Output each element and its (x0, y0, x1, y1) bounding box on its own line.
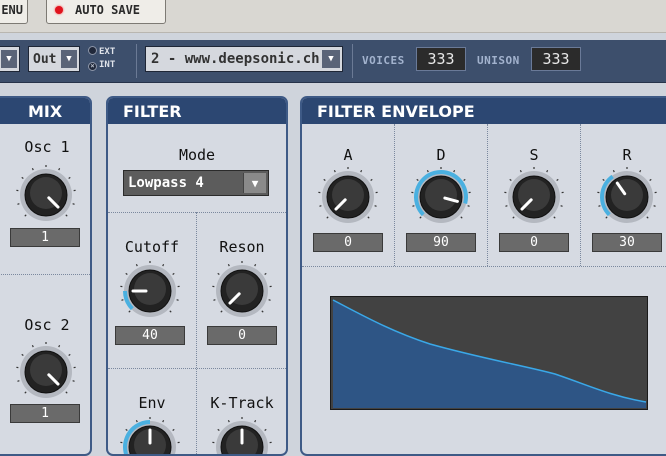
release-label: R (581, 146, 666, 164)
osc2-knob[interactable] (15, 341, 77, 403)
decay-label: D (395, 146, 487, 164)
sustain-section: S (488, 146, 580, 164)
osc1-section: Osc 1 (4, 138, 90, 156)
chevron-down-icon: ▼ (1, 50, 17, 68)
divider (136, 44, 137, 78)
output-select-label: Out (33, 52, 56, 67)
auto-save-label: AUTO SAVE (75, 3, 140, 17)
cutoff-value[interactable]: 40 (115, 326, 185, 345)
sustain-knob[interactable] (503, 166, 565, 228)
cutoff-knob[interactable] (119, 260, 181, 322)
filter-panel-title: FILTER (108, 98, 286, 124)
sustain-label: S (488, 146, 580, 164)
menu-button-label: ENU (1, 3, 23, 17)
env-label: Env (108, 394, 196, 412)
preset-select[interactable]: 2 - www.deepsonic.ch ▼ (145, 46, 343, 72)
decay-knob[interactable] (410, 166, 472, 228)
osc1-label: Osc 1 (4, 138, 90, 156)
release-section: R (581, 146, 666, 164)
attack-label: A (302, 146, 394, 164)
top-bar: ENU AUTO SAVE (0, 0, 666, 33)
unison-label: UNISON (477, 54, 520, 67)
divider (108, 212, 288, 213)
menu-button[interactable]: ENU (0, 0, 28, 24)
radio-checked-icon: × (88, 62, 97, 71)
decay-section: D (395, 146, 487, 164)
chevron-down-icon: ▼ (243, 173, 266, 193)
env-section: Env (108, 394, 196, 412)
filter-envelope-panel-title: FILTER ENVELOPE (302, 98, 666, 124)
record-led-icon (55, 6, 63, 14)
reson-label: Reson (196, 238, 288, 256)
output-select[interactable]: Out ▼ (28, 46, 80, 72)
env-knob[interactable] (119, 416, 181, 456)
sync-source-radio-group: EXT ×INT (88, 46, 115, 72)
mode-label: Mode (108, 146, 286, 164)
ext-radio[interactable]: EXT (88, 46, 115, 59)
cutoff-section: Cutoff (108, 238, 196, 256)
auto-save-button[interactable]: AUTO SAVE (46, 0, 166, 24)
filter-mode-value: Lowpass 4 (128, 175, 204, 191)
filter-envelope-panel: FILTER ENVELOPE A 0 D 90 S 0 R 30 (300, 96, 666, 456)
mix-panel: MIX Osc 1 1 Osc 2 1 (0, 96, 92, 456)
ext-label: EXT (99, 47, 115, 57)
radio-icon (88, 46, 97, 55)
attack-knob[interactable] (317, 166, 379, 228)
mix-panel-title: MIX (0, 98, 90, 124)
ktrack-label: K-Track (196, 394, 288, 412)
ktrack-section: K-Track (196, 394, 288, 412)
osc1-value[interactable]: 1 (10, 228, 80, 247)
filter-panel: FILTER Mode Lowpass 4 ▼ Cutoff 40 Reson … (106, 96, 288, 456)
osc2-section: Osc 2 (4, 316, 90, 334)
reson-value[interactable]: 0 (207, 326, 277, 345)
int-radio[interactable]: ×INT (88, 59, 115, 72)
ktrack-knob[interactable] (211, 416, 273, 456)
toolbar: ▼ Out ▼ EXT ×INT 2 - www.deepsonic.ch ▼ … (0, 40, 666, 83)
osc2-value[interactable]: 1 (10, 404, 80, 423)
reson-knob[interactable] (211, 260, 273, 322)
cutoff-label: Cutoff (108, 238, 196, 256)
reson-section: Reson (196, 238, 288, 256)
unison-display[interactable]: 333 (531, 47, 581, 71)
osc1-knob[interactable] (15, 164, 77, 226)
attack-value[interactable]: 0 (313, 233, 383, 252)
preset-select-label: 2 - www.deepsonic.ch (151, 51, 320, 67)
divider (0, 274, 92, 275)
divider (108, 368, 288, 369)
sustain-value[interactable]: 0 (499, 233, 569, 252)
chevron-down-icon: ▼ (61, 50, 77, 68)
decay-value[interactable]: 90 (406, 233, 476, 252)
attack-section: A (302, 146, 394, 164)
mode-section: Mode (108, 146, 286, 164)
divider (302, 266, 666, 267)
int-label: INT (99, 60, 115, 70)
envelope-graph[interactable] (330, 296, 648, 410)
voices-display[interactable]: 333 (416, 47, 466, 71)
divider (352, 44, 353, 78)
filter-mode-select[interactable]: Lowpass 4 ▼ (123, 170, 269, 196)
voices-label: VOICES (362, 54, 405, 67)
release-knob[interactable] (596, 166, 658, 228)
osc2-label: Osc 2 (4, 316, 90, 334)
chevron-down-icon: ▼ (322, 50, 340, 68)
release-value[interactable]: 30 (592, 233, 662, 252)
input-select[interactable]: ▼ (0, 46, 20, 72)
